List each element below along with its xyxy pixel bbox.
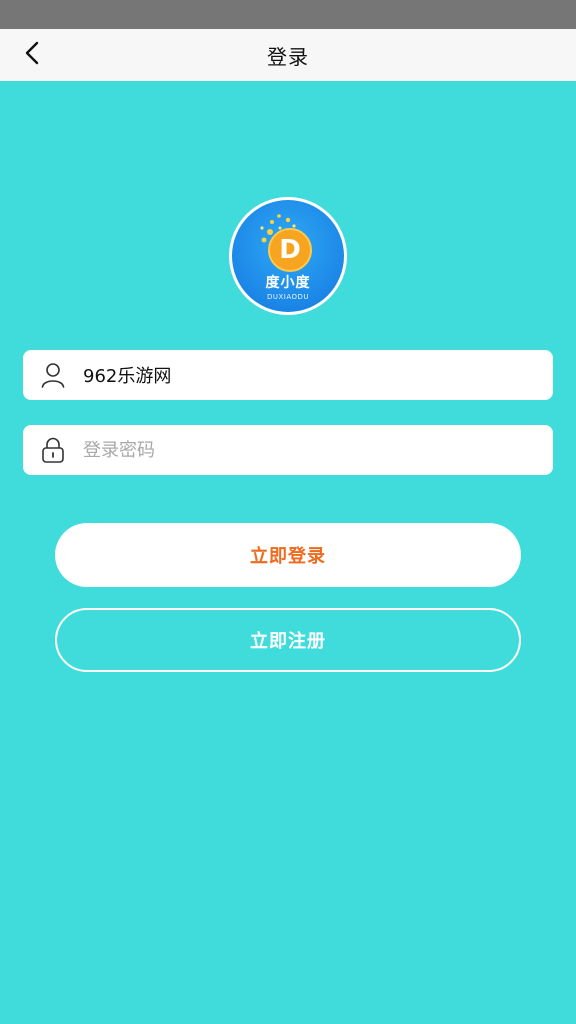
login-button[interactable]: 立即登录 xyxy=(55,523,521,587)
back-button[interactable] xyxy=(10,29,54,81)
logo-subtitle: DUXIAODU xyxy=(266,293,310,301)
navigation-bar: 登录 xyxy=(0,29,576,81)
username-input[interactable] xyxy=(83,364,523,386)
logo-letter: D xyxy=(279,235,301,265)
password-input[interactable] xyxy=(83,439,523,461)
user-icon xyxy=(23,350,83,400)
status-bar xyxy=(0,0,576,29)
register-button[interactable]: 立即注册 xyxy=(55,608,521,672)
page-title: 登录 xyxy=(267,44,309,69)
chevron-left-icon xyxy=(24,41,40,69)
lock-icon xyxy=(23,425,83,475)
password-field xyxy=(23,425,553,475)
logo-name: 度小度 xyxy=(265,275,311,291)
username-field xyxy=(23,350,553,400)
app-logo: D 度小度 DUXIAODU xyxy=(229,197,347,315)
logo-badge: D 度小度 DUXIAODU xyxy=(232,200,344,312)
